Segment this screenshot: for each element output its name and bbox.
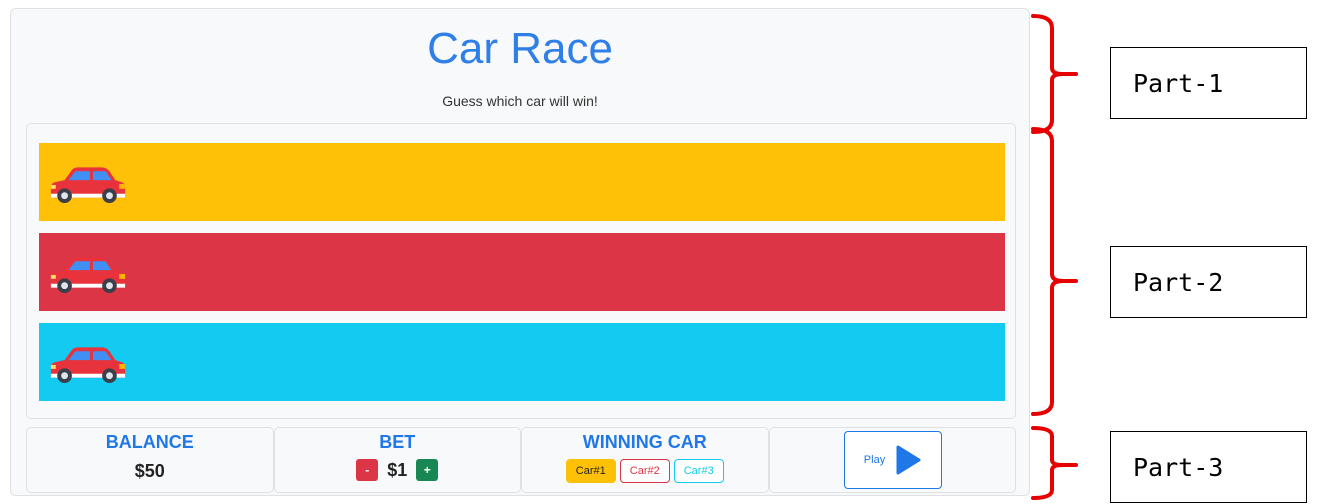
red-car-icon bbox=[50, 257, 126, 294]
increase-bet-button[interactable]: + bbox=[416, 459, 439, 481]
winning-car-label: WINNING CAR bbox=[582, 432, 707, 452]
bet-label: BET bbox=[379, 432, 416, 452]
winning-car-panel: WINNING CAR Car#1 Car#2 Car#3 bbox=[521, 427, 769, 493]
balance-value: $50 bbox=[134, 461, 165, 481]
decrease-bet-button[interactable]: - bbox=[356, 459, 379, 481]
play-icon bbox=[896, 445, 921, 475]
part-3-label: Part-3 bbox=[1110, 431, 1307, 503]
car-race-app: Car Race Guess which car will win! BALAN… bbox=[10, 8, 1030, 496]
part-2-bracket bbox=[1031, 127, 1078, 416]
red-car-icon bbox=[50, 167, 126, 204]
balance-label: BALANCE bbox=[105, 432, 194, 452]
car-3-button[interactable]: Car#3 bbox=[673, 459, 724, 483]
bet-value: $1 bbox=[387, 459, 408, 480]
lane-2 bbox=[39, 233, 1005, 311]
race-track bbox=[26, 123, 1016, 419]
play-button[interactable]: Play bbox=[843, 431, 942, 489]
part-1-bracket bbox=[1031, 14, 1078, 134]
part-1-label: Part-1 bbox=[1110, 47, 1307, 119]
bet-panel: BET - $1 + bbox=[273, 427, 521, 493]
lane-1 bbox=[39, 143, 1005, 221]
lane-3 bbox=[39, 323, 1005, 401]
car-1-button[interactable]: Car#1 bbox=[565, 459, 616, 483]
play-panel: Play bbox=[768, 427, 1016, 493]
red-car-icon bbox=[50, 347, 126, 384]
page-subtitle: Guess which car will win! bbox=[442, 93, 598, 109]
controls-bar: BALANCE $50 BET - $1 + WINNING CAR Car#1… bbox=[26, 427, 1016, 493]
winning-car-options: Car#1 Car#2 Car#3 bbox=[522, 459, 768, 483]
part-2-label: Part-2 bbox=[1110, 246, 1307, 318]
play-label: Play bbox=[863, 454, 886, 466]
part-3-bracket bbox=[1031, 426, 1078, 500]
balance-panel: BALANCE $50 bbox=[26, 427, 274, 493]
page-title: Car Race bbox=[427, 24, 613, 73]
bet-stepper: - $1 + bbox=[275, 459, 521, 481]
car-2-button[interactable]: Car#2 bbox=[619, 459, 670, 483]
